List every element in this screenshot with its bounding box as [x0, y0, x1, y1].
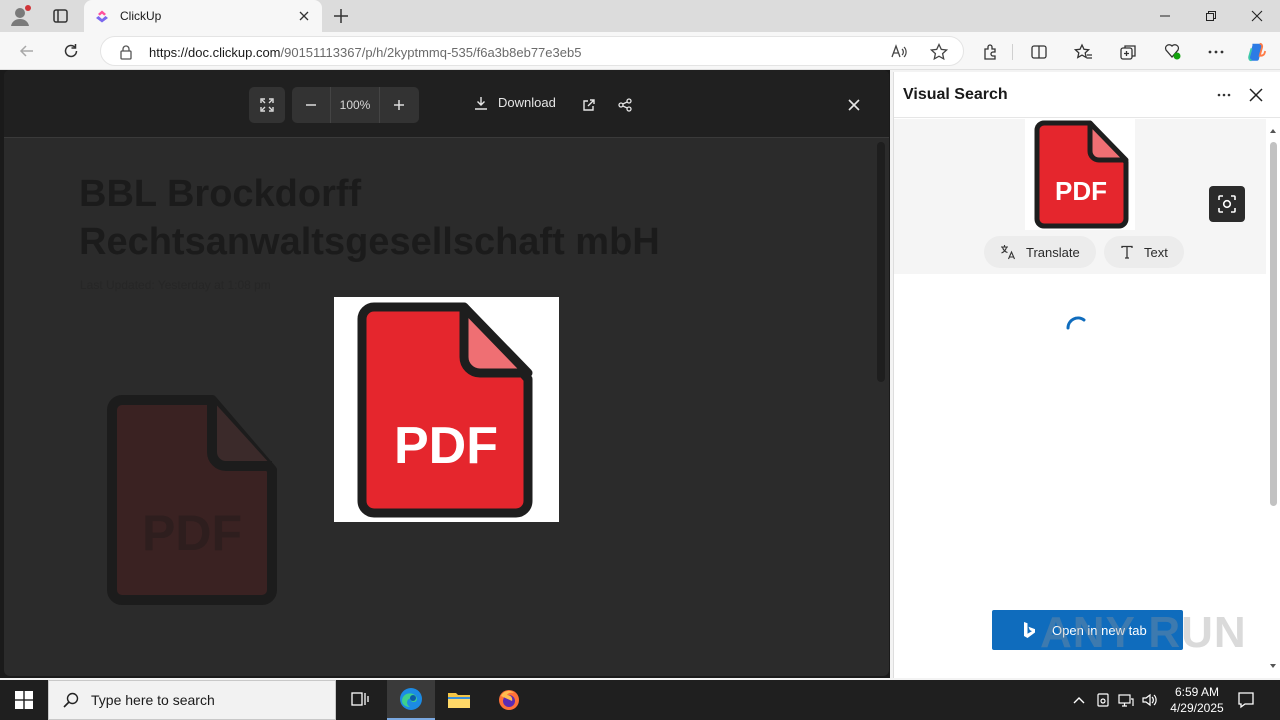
translate-chip[interactable]: Translate — [984, 236, 1096, 268]
document-title: BBL Brockdorff Rechtsanwaltsgesellschaft… — [79, 173, 660, 263]
pdf-image-preview: PDF — [334, 297, 559, 522]
extensions-icon[interactable] — [980, 41, 1002, 63]
pdf-file-icon: PDF — [357, 302, 533, 518]
viewer-close-icon[interactable] — [844, 95, 864, 115]
system-clock[interactable]: 6:59 AM 4/29/2025 — [1162, 684, 1232, 716]
clickup-favicon-icon — [94, 8, 110, 24]
search-icon — [63, 692, 79, 708]
visual-search-preview: PDF — [894, 119, 1266, 230]
zoom-in-button[interactable] — [380, 87, 418, 123]
download-icon — [475, 96, 487, 110]
open-external-icon[interactable] — [579, 95, 599, 115]
visual-search-lens-button[interactable] — [1209, 186, 1245, 222]
split-screen-icon[interactable] — [1028, 41, 1050, 63]
show-hidden-icons-icon[interactable] — [1070, 691, 1088, 709]
share-icon[interactable] — [615, 95, 635, 115]
pdf-thumbnail-icon: PDF — [1034, 120, 1129, 229]
tab-title: ClickUp — [120, 9, 162, 23]
taskbar-search-box[interactable]: Type here to search — [48, 680, 336, 720]
lock-icon[interactable] — [119, 44, 133, 63]
zoom-out-button[interactable] — [292, 87, 330, 123]
tab-actions-icon[interactable] — [46, 4, 74, 28]
zoom-level: 100% — [330, 87, 380, 123]
address-toolbar: https://doc.clickup.com/90151113367/p/h/… — [0, 32, 1280, 70]
visual-search-title: Visual Search — [903, 86, 1008, 103]
panel-close-icon[interactable] — [1246, 85, 1266, 105]
image-viewer: 100% Download BBL Brockdorff Rechtsanwal… — [4, 70, 889, 676]
panel-scroll-thumb[interactable] — [1270, 142, 1277, 506]
firefox-icon[interactable] — [485, 680, 533, 720]
copilot-icon[interactable] — [1246, 41, 1268, 63]
browser-essentials-icon[interactable] — [1161, 41, 1183, 63]
window-close-icon[interactable] — [1234, 0, 1280, 32]
tab-close-icon[interactable] — [296, 8, 312, 24]
viewer-toolbar: 100% Download — [4, 70, 889, 138]
task-view-icon[interactable] — [336, 680, 384, 720]
toolbar-separator — [1012, 44, 1013, 60]
download-label: Download — [498, 95, 556, 110]
windows-logo-icon — [15, 691, 33, 709]
visual-search-lens-icon — [1218, 195, 1236, 213]
loading-spinner — [1062, 312, 1094, 347]
zoom-control: 100% — [292, 87, 419, 123]
edge-taskbar-icon[interactable] — [387, 680, 435, 720]
file-explorer-icon[interactable] — [435, 680, 483, 720]
plus-icon — [394, 100, 404, 110]
tab-strip: ClickUp — [0, 0, 1280, 32]
page-content: 100% Download BBL Brockdorff Rechtsanwal… — [0, 70, 890, 678]
text-chip[interactable]: Text — [1104, 236, 1184, 268]
tray-device-icon[interactable] — [1094, 691, 1112, 709]
restore-icon[interactable] — [1188, 0, 1234, 32]
translate-icon — [1001, 245, 1016, 260]
taskbar: Type here to search 6:59 AM 4/29/2025 — [0, 680, 1280, 720]
svg-text:PDF: PDF — [1055, 176, 1107, 206]
visual-search-actions: Translate Text — [894, 230, 1266, 274]
text-icon — [1121, 245, 1133, 259]
collections-icon[interactable] — [1117, 41, 1139, 63]
fit-screen-icon — [260, 98, 274, 112]
preview-thumbnail: PDF — [1025, 119, 1135, 230]
settings-more-icon[interactable] — [1205, 41, 1227, 63]
read-aloud-icon[interactable] — [889, 42, 909, 62]
visual-search-header: Visual Search — [894, 72, 1280, 118]
network-icon[interactable] — [1117, 691, 1135, 709]
favorites-icon[interactable] — [1072, 41, 1094, 63]
tab-clickup[interactable]: ClickUp — [84, 0, 322, 32]
download-button[interactable]: Download — [474, 95, 556, 110]
notifications-icon[interactable] — [1236, 690, 1256, 710]
viewer-scrollbar[interactable] — [877, 142, 885, 382]
visual-search-panel: Visual Search PDF Translate Text Open in… — [893, 72, 1280, 678]
fit-screen-button[interactable] — [249, 87, 285, 123]
new-tab-icon[interactable] — [330, 6, 352, 26]
minimize-icon[interactable] — [1142, 0, 1188, 32]
background-pdf-icon: PDF — [104, 392, 284, 610]
bing-icon — [1024, 622, 1035, 638]
panel-scrollbar[interactable] — [1268, 126, 1278, 671]
volume-icon[interactable] — [1141, 691, 1159, 709]
favorite-star-icon[interactable] — [929, 42, 949, 62]
refresh-icon[interactable] — [58, 39, 84, 63]
last-updated-text: Last Updated: Yesterday at 1:08 pm — [80, 278, 271, 292]
start-button[interactable] — [0, 680, 48, 720]
svg-text:PDF: PDF — [142, 505, 242, 561]
url-text[interactable]: https://doc.clickup.com/90151113367/p/h/… — [149, 45, 581, 60]
address-bar[interactable]: https://doc.clickup.com/90151113367/p/h/… — [100, 36, 964, 66]
anyrun-watermark: ANY RUN — [1040, 608, 1247, 657]
back-icon[interactable] — [14, 39, 40, 63]
profile-icon[interactable] — [8, 4, 34, 28]
svg-text:PDF: PDF — [394, 417, 498, 475]
more-options-icon[interactable] — [1214, 86, 1234, 104]
minus-icon — [306, 104, 316, 106]
